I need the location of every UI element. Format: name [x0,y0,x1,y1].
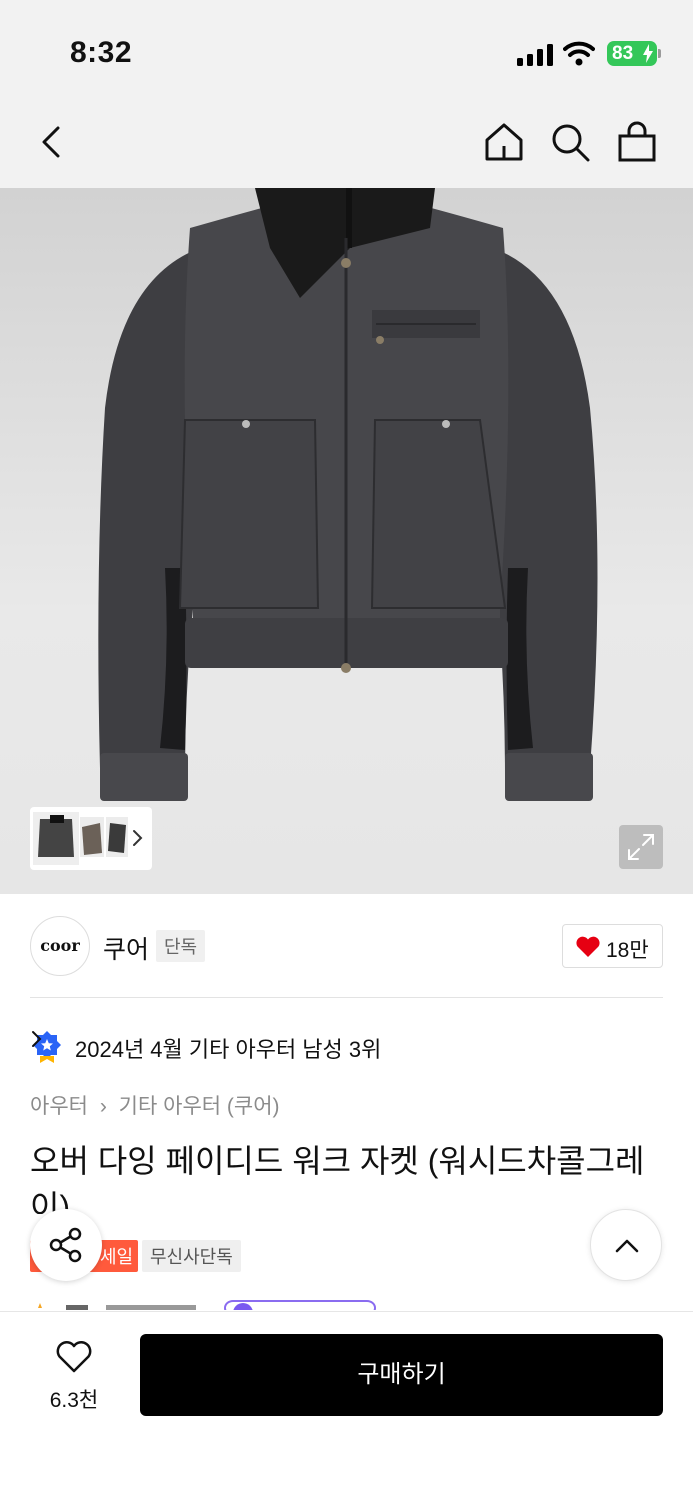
brand-name[interactable]: 쿠어 [103,930,149,966]
chevron-right-icon [32,1031,42,1047]
exclusive-badge: 단독 [156,930,206,962]
search-icon[interactable] [548,120,592,164]
shopping-bag-icon[interactable] [615,120,659,164]
brand-logo[interactable]: coor [30,916,90,976]
heart-outline-icon [56,1341,92,1373]
breadcrumb: 아우터 › 기타 아우터 (쿠어) [30,1090,280,1120]
expand-icon [628,834,654,860]
musinsa-exclusive-tag: 무신사단독 [142,1240,241,1272]
review-row-clipped [30,1298,390,1310]
heart-filled-icon [576,936,600,957]
jacket-image [98,188,598,801]
cellular-signal-icon [517,44,553,66]
product-image[interactable] [0,188,693,894]
wifi-icon [563,41,595,66]
breadcrumb-outer[interactable]: 아우터 [30,1095,88,1118]
brand-like-count: 18만 [606,939,649,962]
divider [30,997,663,998]
charging-bolt-icon [643,44,653,63]
battery-level: 83 [612,43,634,64]
share-button[interactable] [30,1209,102,1281]
breadcrumb-other-outer[interactable]: 기타 아우터 (쿠어) [119,1095,280,1118]
battery-indicator: 83 [607,41,657,66]
share-icon [49,1227,82,1263]
ranking-text: 2024년 4월 기타 아우터 남성 3위 [75,1037,382,1062]
wishlist-count: 6.3천 [49,1389,99,1412]
home-icon[interactable] [482,120,526,164]
back-icon[interactable] [30,120,74,164]
wishlist-button[interactable]: 6.3천 [36,1340,112,1412]
ranking-link[interactable]: 2024년 4월 기타 아우터 남성 3위 [30,1028,450,1064]
thumbnail-next-icon[interactable] [131,829,143,847]
status-bar: 8:32 83 [0,0,693,100]
product-title: 오버 다잉 페이디드 워크 자켓 (워시드차콜그레이) [30,1143,645,1214]
status-time: 8:32 [70,36,133,69]
chevron-up-icon [615,1239,639,1253]
breadcrumb-separator-icon: › [99,1095,107,1118]
brand-row: coor 쿠어 단독 18만 [30,916,663,976]
scroll-to-top-button[interactable] [590,1209,662,1281]
buy-button[interactable]: 구매하기 [140,1334,663,1416]
top-navigation [0,100,693,188]
fullscreen-button[interactable] [619,825,663,869]
thumbnail-strip[interactable] [30,807,152,870]
rating-star-icon [38,1300,376,1310]
battery-cap [658,49,661,58]
brand-like-button[interactable]: 18만 [562,924,663,968]
bottom-action-bar: 6.3천 구매하기 [0,1311,693,1500]
